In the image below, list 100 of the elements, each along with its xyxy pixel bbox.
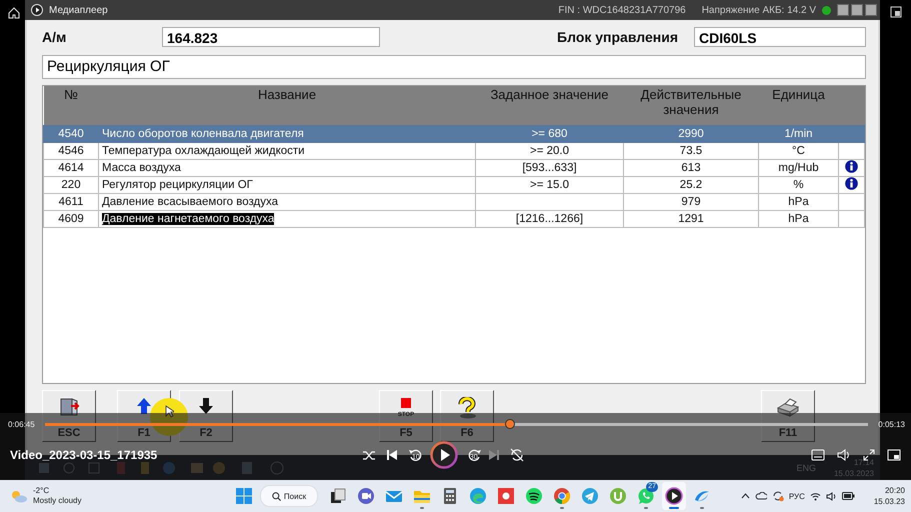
elapsed-time: 0:06:45 xyxy=(8,420,35,428)
table-cell: mg/Hub xyxy=(758,160,838,176)
column-header[interactable]: Действительные значения xyxy=(624,86,758,126)
shuffle-icon xyxy=(362,449,376,461)
play-button[interactable] xyxy=(430,441,458,469)
running-indicator xyxy=(420,507,424,509)
sync-icon[interactable] xyxy=(772,490,784,502)
running-indicator xyxy=(644,507,648,509)
table-row[interactable]: 4609 Давление нагнетаемого воздуха [1216...1266] 1291 hPa xyxy=(44,210,864,228)
table-cell: Масса воздуха xyxy=(102,162,181,174)
start-icon[interactable] xyxy=(236,488,252,504)
subtitles-button[interactable] xyxy=(811,449,825,461)
mini-player-button[interactable] xyxy=(887,449,901,461)
column-header[interactable]: № xyxy=(44,86,98,126)
table-cell: hPa xyxy=(758,194,838,210)
printer-icon xyxy=(776,397,800,417)
home-icon[interactable] xyxy=(8,7,20,19)
vehicle-field: 164.823 xyxy=(162,27,380,47)
language-indicator: ENG xyxy=(796,462,816,472)
previous-icon xyxy=(386,449,398,461)
shuffle-button[interactable] xyxy=(362,449,376,461)
column-header[interactable]: Заданное значение xyxy=(476,86,624,126)
search-field[interactable]: Поиск xyxy=(260,485,318,507)
calculator-icon[interactable] xyxy=(441,487,459,505)
close-button[interactable] xyxy=(865,4,877,16)
volume-icon[interactable] xyxy=(826,492,837,500)
table-cell: Число оборотов коленвала двигателя xyxy=(102,128,304,140)
table-cell: 613 xyxy=(624,160,758,176)
clock-time: 20:20 xyxy=(884,485,905,496)
next-button[interactable] xyxy=(488,449,500,461)
control-unit-label: Блок управления xyxy=(557,29,678,45)
next-icon xyxy=(488,449,500,461)
mini-view-icon[interactable] xyxy=(890,6,902,18)
sound-waves-icon[interactable] xyxy=(525,487,543,505)
previous-button[interactable] xyxy=(386,449,398,461)
video-title: Video_2023-03-15_171935 xyxy=(10,448,158,462)
weather-condition: Mostly cloudy xyxy=(33,496,82,506)
table-cell: 4611 xyxy=(44,194,98,210)
table-cell: [1216...1266] xyxy=(476,210,624,228)
paper-plane-icon[interactable] xyxy=(581,487,599,505)
table-cell: Давление нагнетаемого воздуха xyxy=(102,213,274,225)
browser-icon[interactable] xyxy=(553,487,571,505)
subtitles-icon xyxy=(811,449,825,461)
function-key[interactable]: F11 xyxy=(761,390,815,442)
chat-icon[interactable] xyxy=(357,487,375,505)
volume-button[interactable] xyxy=(837,449,851,461)
function-key[interactable]: ESC xyxy=(42,390,96,442)
table-cell: 73.5 xyxy=(624,142,758,160)
function-key[interactable]: F6 xyxy=(440,390,494,442)
table-cell: Давление всасываемого воздуха xyxy=(102,196,278,208)
task-view-icon[interactable] xyxy=(329,487,347,505)
cloud-icon[interactable] xyxy=(754,492,767,500)
control-unit-field: CDI60LS xyxy=(694,27,866,47)
table-cell: 4609 xyxy=(44,210,98,228)
app-title: Медиаплеер xyxy=(49,4,108,16)
table-cell: 1291 xyxy=(624,210,758,228)
battery-voltage: Напряжение АКБ: 14.2 V xyxy=(702,4,816,16)
column-header[interactable]: Название xyxy=(98,86,476,126)
vehicle-label: А/м xyxy=(42,29,68,45)
table-cell: 220 xyxy=(44,176,98,194)
phone-chat-icon[interactable] xyxy=(637,487,655,505)
table-cell: Регулятор рециркуляции ОГ xyxy=(102,179,253,191)
record-app-icon[interactable] xyxy=(497,487,515,505)
clock-date: 15.03.23 xyxy=(874,496,905,507)
fullscreen-button[interactable] xyxy=(863,449,875,461)
temperature: -2°C xyxy=(33,486,50,496)
battery-icon[interactable] xyxy=(842,492,855,500)
table-row[interactable]: 4546 Температура охлаждающей жидкости >= 20.0 73.5 °C xyxy=(44,142,864,160)
minimize-button[interactable] xyxy=(837,4,849,16)
up-arrow-icon xyxy=(136,397,152,415)
language-indicator: РУС xyxy=(788,492,805,500)
wifi-icon[interactable] xyxy=(810,492,821,500)
table-cell: % xyxy=(758,176,838,194)
table-row[interactable]: 220 Регулятор рециркуляции ОГ >= 15.0 25.2 % xyxy=(44,176,864,194)
repeat-button[interactable] xyxy=(510,448,524,462)
fullscreen-icon xyxy=(863,449,875,461)
table-cell: 4614 xyxy=(44,160,98,176)
column-header[interactable]: Единица xyxy=(758,86,838,126)
mouse-pointer-icon xyxy=(165,405,174,418)
stop-square-icon xyxy=(400,397,412,409)
info-icon[interactable] xyxy=(845,160,858,173)
restore-button[interactable] xyxy=(851,4,863,16)
table-row[interactable]: 4540 Число оборотов коленвала двигателя >= 680 2990 1/min xyxy=(44,126,864,142)
info-icon[interactable] xyxy=(845,177,858,190)
table-cell: >= 15.0 xyxy=(476,176,624,194)
table-row[interactable]: 4614 Масса воздуха [593...633] 613 mg/Hub xyxy=(44,160,864,176)
table-cell: >= 20.0 xyxy=(476,142,624,160)
table-row[interactable]: 4611 Давление всасываемого воздуха 979 hPa xyxy=(44,194,864,210)
volume-icon xyxy=(837,449,851,461)
function-field: Рециркуляция ОГ xyxy=(42,55,866,79)
table-cell: 4540 xyxy=(44,126,98,142)
chevron-up-icon[interactable] xyxy=(740,493,750,499)
question-mark-icon xyxy=(456,397,478,419)
taskbar-button[interactable] xyxy=(662,482,686,510)
table-cell: >= 680 xyxy=(476,126,624,142)
search-icon xyxy=(272,492,281,500)
play-icon[interactable] xyxy=(665,487,683,505)
forward-arrow-icon xyxy=(468,448,482,462)
fin-label: FIN : WDC1648231A770796 xyxy=(558,4,686,16)
status-led xyxy=(822,6,831,14)
